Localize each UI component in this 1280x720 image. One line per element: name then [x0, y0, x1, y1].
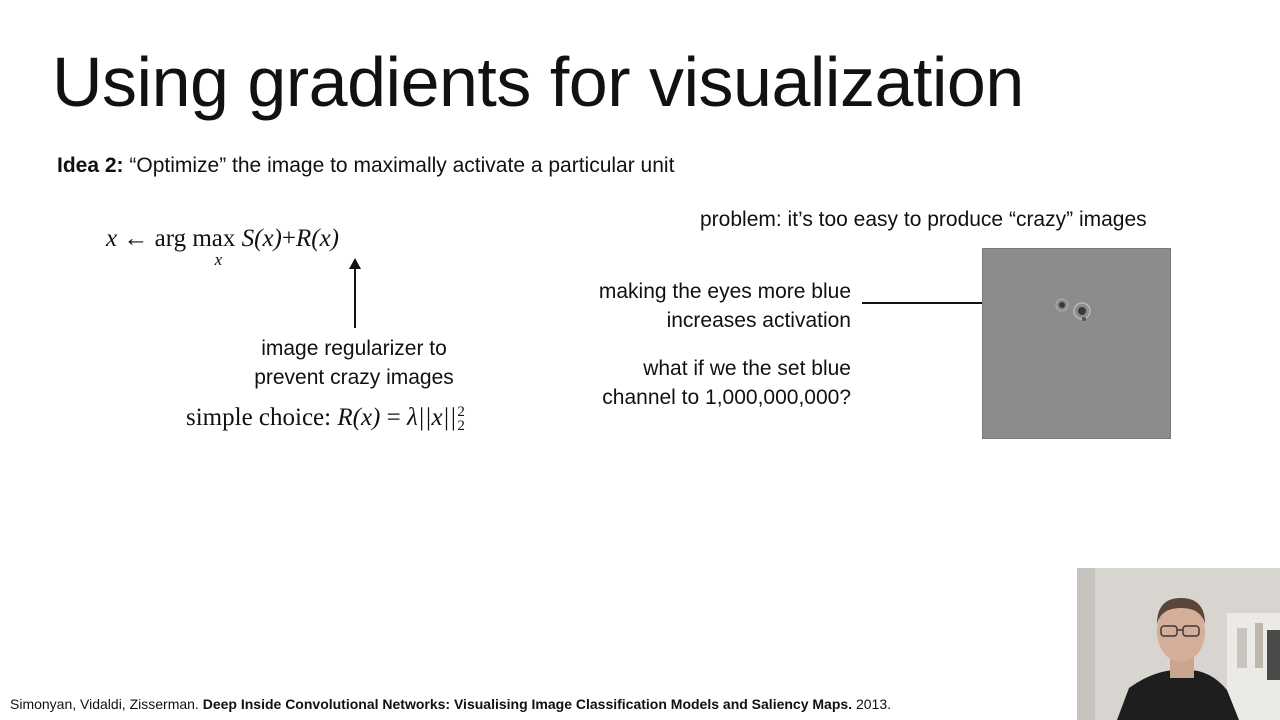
idea-line: Idea 2: “Optimize” the image to maximall… — [57, 154, 674, 178]
slide-title: Using gradients for visualization — [52, 43, 1024, 121]
citation-paper: Deep Inside Convolutional Networks: Visu… — [202, 696, 853, 712]
norm-indices: 22 — [457, 404, 465, 435]
citation-year: 2013. — [852, 696, 892, 712]
objective-equation: x ← arg max x S(x)+R(x) — [106, 225, 340, 269]
eye-spots — [1055, 298, 1091, 321]
idea-label: Idea 2: — [57, 154, 124, 177]
eq-term-s: S(x) — [241, 225, 282, 252]
simple-choice-lhs: R(x) — [337, 404, 381, 431]
blue-channel-caption: what if we the set blue channel to 1,000… — [602, 354, 851, 412]
eq-argmax-op: arg max — [154, 225, 236, 252]
presenter-webcam — [1077, 568, 1280, 720]
norm-sup: 2 — [457, 404, 465, 421]
regularizer-caption: image regularizer to prevent crazy image… — [244, 334, 464, 392]
simple-choice-rhs: λ||x|| — [406, 404, 457, 431]
simple-choice-eq: = — [386, 404, 401, 431]
idea-text: “Optimize” the image to maximally activa… — [123, 154, 675, 177]
eyes-caption-line1: making the eyes more blue — [598, 280, 851, 303]
eyes-caption-line2: increases activation — [666, 309, 851, 332]
simple-choice-equation: simple choice: R(x) = λ||x|| 2 2 — [186, 404, 465, 435]
eq-argmax-sub: x — [214, 250, 223, 269]
eq-argmax: arg max x — [154, 225, 236, 269]
blue-caption-line2: channel to 1,000,000,000? — [602, 386, 851, 409]
simple-choice-label: simple choice: — [186, 404, 332, 431]
gradient-visualization-image — [982, 248, 1171, 439]
regularizer-caption-line2: prevent crazy images — [254, 366, 454, 389]
eq-term-r: R(x) — [295, 225, 340, 252]
presenter-video-frame — [1077, 568, 1280, 720]
norm-sub: 2 — [457, 418, 465, 435]
citation-authors: Simonyan, Vidaldi, Zisserman. — [10, 696, 203, 712]
eq-lhs: x — [106, 225, 118, 252]
blue-caption-line1: what if we the set blue — [643, 357, 851, 380]
eyes-caption: making the eyes more blue increases acti… — [599, 277, 851, 335]
citation-footer: Simonyan, Vidaldi, Zisserman. Deep Insid… — [10, 696, 891, 712]
regularizer-arrow — [349, 258, 361, 328]
eq-arrow: ← — [123, 225, 149, 252]
regularizer-caption-line1: image regularizer to — [261, 337, 447, 360]
eq-plus: + — [281, 225, 296, 252]
problem-statement: problem: it’s too easy to produce “crazy… — [700, 208, 1147, 231]
